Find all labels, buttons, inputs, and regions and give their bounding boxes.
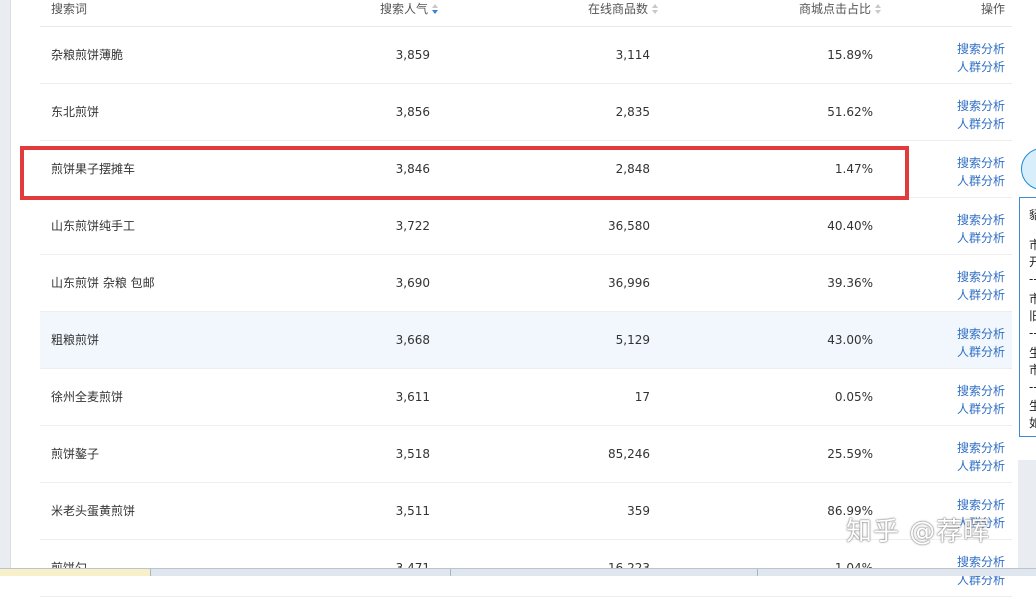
cell-popularity: 3,859 [395, 48, 430, 62]
side-panel-text: 市 [1029, 290, 1036, 307]
table-row[interactable]: 徐州全麦煎饼 3,611 17 0.05% 搜索分析 人群分析 [40, 369, 1012, 426]
cell-ctr: 39.36% [827, 276, 873, 290]
crowd-analysis-link[interactable]: 人群分析 [945, 229, 1005, 247]
table-row[interactable]: 山东煎饼纯手工 3,722 36,580 40.40% 搜索分析 人群分析 [40, 198, 1012, 255]
cell-online-items: 36,996 [608, 276, 650, 290]
cell-online-items: 85,246 [608, 447, 650, 461]
crowd-analysis-link[interactable]: 人群分析 [945, 172, 1005, 190]
sort-icon[interactable] [875, 3, 882, 16]
cell-ctr: 15.89% [827, 48, 873, 62]
cell-keyword: 山东煎饼 杂粮 包邮 [51, 276, 155, 290]
crowd-analysis-link[interactable]: 人群分析 [945, 343, 1005, 361]
header-ctr-sort[interactable]: 商城点击占比 [799, 0, 882, 18]
cell-ctr: 25.59% [827, 447, 873, 461]
header-online-items-label: 在线商品数 [588, 2, 649, 16]
cell-keyword: 杂粮煎饼薄脆 [51, 48, 124, 62]
cell-popularity: 3,846 [395, 162, 430, 176]
cell-keyword: 山东煎饼纯手工 [51, 219, 136, 233]
side-panel-text: 旧 [1029, 307, 1036, 324]
side-info-panel: 貂市开--市旧--生市--生如 [1019, 197, 1036, 437]
cell-ctr: 0.05% [834, 390, 873, 404]
table-header: 搜索词 搜索人气 在线商品数 商城点击占比 操作 [40, 0, 1012, 27]
row-actions: 搜索分析 人群分析 [945, 40, 1005, 76]
cell-keyword: 粗粮煎饼 [51, 333, 100, 347]
cell-popularity: 3,611 [395, 390, 430, 404]
side-panel-text: 生 [1029, 397, 1036, 414]
row-actions: 搜索分析 人群分析 [945, 97, 1005, 133]
cell-popularity: 3,668 [395, 333, 430, 347]
cell-keyword: 徐州全麦煎饼 [51, 390, 124, 404]
row-actions: 搜索分析 人群分析 [945, 382, 1005, 418]
cell-ctr: 40.40% [827, 219, 873, 233]
row-actions: 搜索分析 人群分析 [945, 268, 1005, 304]
table-row[interactable]: 粗粮煎饼 3,668 5,129 43.00% 搜索分析 人群分析 [40, 312, 1012, 369]
cell-online-items: 17 [634, 390, 650, 404]
cell-ctr: 51.62% [827, 105, 873, 119]
cell-ctr: 1.47% [834, 162, 873, 176]
row-actions: 搜索分析 人群分析 [945, 439, 1005, 475]
side-panel-text: -- [1029, 326, 1036, 340]
search-analysis-link[interactable]: 搜索分析 [945, 325, 1005, 343]
header-actions: 操作 [981, 2, 1006, 16]
cell-online-items: 2,848 [615, 162, 650, 176]
search-analysis-link[interactable]: 搜索分析 [945, 40, 1005, 58]
row-actions: 搜索分析 人群分析 [945, 325, 1005, 361]
header-keyword: 搜索词 [51, 2, 88, 16]
side-panel-text: 市 [1029, 361, 1036, 378]
row-actions: 搜索分析 人群分析 [945, 154, 1005, 190]
cell-popularity: 3,511 [395, 504, 430, 518]
side-panel-text: 貂 [1029, 206, 1036, 223]
cell-keyword: 东北煎饼 [51, 105, 100, 119]
side-panel-text: -- [1029, 380, 1036, 394]
search-analysis-link[interactable]: 搜索分析 [945, 268, 1005, 286]
cell-popularity: 3,856 [395, 105, 430, 119]
crowd-analysis-link[interactable]: 人群分析 [945, 115, 1005, 133]
table-row[interactable]: 山东煎饼 杂粮 包邮 3,690 36,996 39.36% 搜索分析 人群分析 [40, 255, 1012, 312]
table-row[interactable]: 杂粮煎饼薄脆 3,859 3,114 15.89% 搜索分析 人群分析 [40, 27, 1012, 84]
side-panel-text: 如 [1029, 414, 1036, 431]
crowd-analysis-link[interactable]: 人群分析 [945, 400, 1005, 418]
header-ctr-label: 商城点击占比 [799, 2, 872, 16]
crowd-analysis-link[interactable]: 人群分析 [945, 457, 1005, 475]
side-panel-text: -- [1029, 272, 1036, 286]
header-online-items-sort[interactable]: 在线商品数 [588, 0, 659, 18]
search-analysis-link[interactable]: 搜索分析 [945, 211, 1005, 229]
header-popularity-label: 搜索人气 [380, 2, 429, 16]
cell-ctr: 43.00% [827, 333, 873, 347]
cell-popularity: 3,518 [395, 447, 430, 461]
cell-online-items: 5,129 [615, 333, 650, 347]
left-scroll-gutter [0, 0, 11, 575]
header-popularity-sort[interactable]: 搜索人气 [380, 0, 439, 18]
search-analysis-link[interactable]: 搜索分析 [945, 496, 1005, 514]
sort-desc-icon[interactable] [432, 3, 439, 16]
cell-online-items: 2,835 [615, 105, 650, 119]
cell-popularity: 3,722 [395, 219, 430, 233]
row-actions: 搜索分析 人群分析 [945, 211, 1005, 247]
table-row[interactable]: 东北煎饼 3,856 2,835 51.62% 搜索分析 人群分析 [40, 84, 1012, 141]
cell-online-items: 36,580 [608, 219, 650, 233]
search-analysis-link[interactable]: 搜索分析 [945, 439, 1005, 457]
side-panel-text: 市 [1029, 236, 1036, 253]
search-analysis-link[interactable]: 搜索分析 [945, 382, 1005, 400]
search-analysis-link[interactable]: 搜索分析 [945, 97, 1005, 115]
right-gutter [1018, 460, 1036, 575]
table-row[interactable]: 煎饼鏊子 3,518 85,246 25.59% 搜索分析 人群分析 [40, 426, 1012, 483]
cell-popularity: 3,690 [395, 276, 430, 290]
keyword-table: 搜索词 搜索人气 在线商品数 商城点击占比 操作 杂粮煎饼薄脆 3,859 3,11… [40, 0, 1012, 597]
cell-keyword: 米老头蛋黄煎饼 [51, 504, 136, 518]
table-row[interactable]: 煎饼果子摆摊车 3,846 2,848 1.47% 搜索分析 人群分析 [40, 141, 1012, 198]
cell-keyword: 煎饼果子摆摊车 [51, 162, 136, 176]
side-panel-text: 生 [1029, 344, 1036, 361]
sort-icon[interactable] [652, 3, 659, 16]
side-panel-text: 开 [1029, 253, 1036, 270]
floating-help-bubble[interactable] [1021, 148, 1036, 190]
cell-online-items: 3,114 [615, 48, 650, 62]
crowd-analysis-link[interactable]: 人群分析 [945, 286, 1005, 304]
search-analysis-link[interactable]: 搜索分析 [945, 154, 1005, 172]
cell-keyword: 煎饼鏊子 [51, 447, 100, 461]
watermark: 知乎 @荐晖 [846, 517, 991, 547]
cell-online-items: 359 [627, 504, 650, 518]
crowd-analysis-link[interactable]: 人群分析 [945, 58, 1005, 76]
